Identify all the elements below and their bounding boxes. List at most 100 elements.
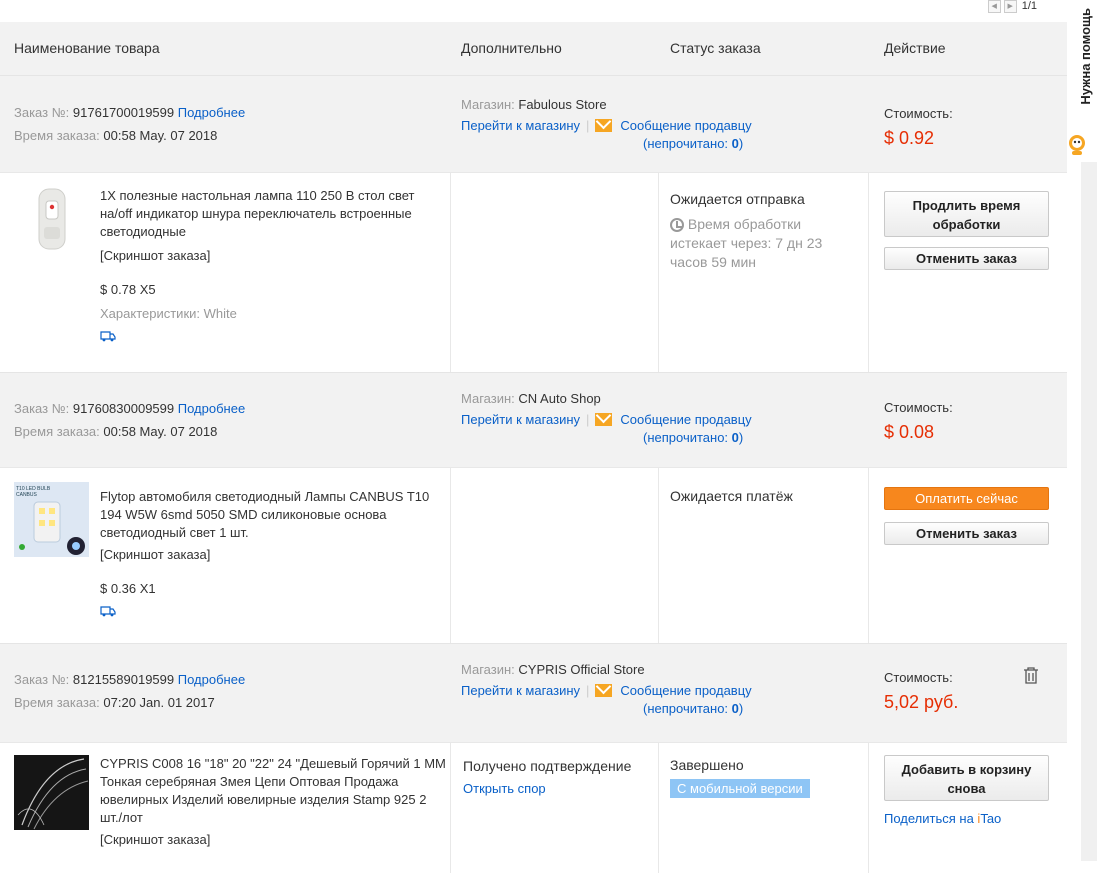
- cost-label: Стоимость:: [884, 670, 953, 685]
- status-text: Завершено: [670, 757, 744, 773]
- go-to-store-link[interactable]: Перейти к магазину: [461, 118, 580, 133]
- mail-icon: [595, 413, 613, 426]
- cost-value: 5,02 руб.: [884, 692, 959, 712]
- status-text: Ожидается платёж: [670, 488, 793, 504]
- order-time: 00:58 May. 07 2018: [103, 128, 218, 143]
- order-header: Заказ №: 91761700019599 Подробнее Время …: [0, 75, 1067, 172]
- order-number-label: Заказ №:: [14, 401, 70, 416]
- message-seller-link[interactable]: Сообщение продавцу: [620, 118, 751, 133]
- unread-count: (непрочитано: 0): [643, 701, 744, 716]
- product-specs: Характеристики: White: [100, 306, 237, 321]
- cancel-order-button[interactable]: Отменить заказ: [884, 522, 1049, 545]
- order-number: 81215589019599: [72, 672, 175, 687]
- order-status: Ожидается отправка Время обработки истек…: [670, 191, 845, 272]
- product-title[interactable]: CYPRIS C008 16 "18" 20 "22" 24 "Дешевый …: [100, 755, 450, 827]
- order-item: 1X полезные настольная лампа 110 250 В с…: [0, 172, 1067, 372]
- order-time-label: Время заказа:: [14, 424, 100, 439]
- message-seller-link[interactable]: Сообщение продавцу: [620, 412, 751, 427]
- order-header: Заказ №: 91760830009599 Подробнее Время …: [0, 372, 1067, 467]
- product-price-qty: $ 0.36 X1: [100, 581, 156, 596]
- processing-timer: Время обработки истекает через: 7 дн 23 …: [670, 216, 823, 270]
- order-time: 00:58 May. 07 2018: [103, 424, 218, 439]
- order-status: Завершено С мобильной версии: [670, 757, 845, 798]
- store-info: Магазин: CYPRIS Official Store Перейти к…: [461, 658, 752, 717]
- product-image[interactable]: [14, 187, 89, 262]
- clock-icon: [670, 218, 684, 232]
- store-label: Магазин:: [461, 97, 515, 112]
- order-time: 07:20 Jan. 01 2017: [103, 695, 215, 710]
- pager-next-button[interactable]: ▶: [1003, 0, 1017, 13]
- svg-text:CANBUS: CANBUS: [16, 492, 38, 498]
- header-status: Статус заказа: [670, 40, 761, 56]
- product-image[interactable]: [14, 755, 89, 830]
- trash-icon[interactable]: [1023, 667, 1039, 685]
- pager-prev-button[interactable]: ◀: [987, 0, 1001, 13]
- message-seller-link[interactable]: Сообщение продавцу: [620, 683, 751, 698]
- order-cost: Стоимость: 5,02 руб.: [884, 668, 958, 713]
- header-product-name: Наименование товара: [14, 40, 160, 56]
- store-info: Магазин: CN Auto Shop Перейти к магазину…: [461, 387, 752, 446]
- order-details-link[interactable]: Подробнее: [178, 105, 245, 120]
- order-cost: Стоимость: $ 0.08: [884, 398, 953, 443]
- order-details-link[interactable]: Подробнее: [178, 672, 245, 687]
- pay-now-button[interactable]: Оплатить сейчас: [884, 487, 1049, 510]
- product-price-qty: $ 0.78 X5: [100, 282, 156, 297]
- orders-table: Наименование товара Дополнительно Статус…: [0, 22, 1067, 873]
- shipping-truck-icon[interactable]: [100, 605, 116, 617]
- order-item: CYPRIS C008 16 "18" 20 "22" 24 "Дешевый …: [0, 742, 1067, 873]
- order-number: 91761700019599: [72, 105, 175, 120]
- order-info: Заказ №: 91760830009599 Подробнее Время …: [14, 397, 245, 443]
- extra-info: Получено подтверждение Открыть спор: [463, 755, 631, 800]
- order-screenshot-link[interactable]: [Скриншот заказа]: [100, 546, 450, 564]
- help-sidebar: Нужна помощь: [1067, 0, 1097, 861]
- go-to-store-link[interactable]: Перейти к магазину: [461, 412, 580, 427]
- order-number-label: Заказ №:: [14, 672, 70, 687]
- product-info: 1X полезные настольная лампа 110 250 В с…: [100, 187, 450, 347]
- separator: |: [586, 683, 590, 698]
- open-dispute-link[interactable]: Открыть спор: [463, 781, 546, 796]
- cancel-order-button[interactable]: Отменить заказ: [884, 247, 1049, 270]
- separator: |: [586, 412, 590, 427]
- shipping-truck-icon[interactable]: [100, 330, 116, 342]
- pager-page-indicator: 1/1: [1021, 0, 1037, 12]
- unread-count: (непрочитано: 0): [643, 430, 744, 445]
- scrollbar-track[interactable]: [1081, 162, 1097, 861]
- add-to-cart-again-button[interactable]: Добавить в корзину снова: [884, 755, 1049, 801]
- mascot-icon[interactable]: [1067, 134, 1087, 156]
- order-screenshot-link[interactable]: [Скриншот заказа]: [100, 831, 450, 849]
- order-time-label: Время заказа:: [14, 128, 100, 143]
- product-title[interactable]: Flytop автомобиля светодиодный Лампы CAN…: [100, 488, 450, 542]
- order-details-link[interactable]: Подробнее: [178, 401, 245, 416]
- help-button[interactable]: Нужна помощь: [1078, 8, 1093, 105]
- product-info: CYPRIS C008 16 "18" 20 "22" 24 "Дешевый …: [100, 755, 450, 849]
- mail-icon: [595, 684, 613, 697]
- header-extra: Дополнительно: [461, 40, 562, 56]
- product-info: Flytop автомобиля светодиодный Лампы CAN…: [100, 488, 450, 622]
- share-itao-link[interactable]: Поделиться на iTao: [884, 811, 1001, 826]
- mail-icon: [595, 119, 613, 132]
- separator: |: [586, 118, 590, 133]
- go-to-store-link[interactable]: Перейти к магазину: [461, 683, 580, 698]
- extend-processing-button[interactable]: Продлить время обработки: [884, 191, 1049, 237]
- order-cost: Стоимость: $ 0.92: [884, 104, 953, 149]
- cost-label: Стоимость:: [884, 106, 953, 121]
- store-info: Магазин: Fabulous Store Перейти к магази…: [461, 93, 752, 152]
- cost-value: $ 0.92: [884, 128, 935, 148]
- product-title[interactable]: 1X полезные настольная лампа 110 250 В с…: [100, 187, 450, 241]
- status-text: Ожидается отправка: [670, 191, 805, 207]
- mobile-version-badge: С мобильной версии: [670, 779, 810, 798]
- store-name: CYPRIS Official Store: [518, 662, 645, 677]
- product-image[interactable]: T10 LED BULB CANBUS: [14, 482, 89, 557]
- cost-value: $ 0.08: [884, 422, 935, 442]
- cost-label: Стоимость:: [884, 400, 953, 415]
- order-status: Ожидается платёж: [670, 488, 845, 504]
- order-number: 91760830009599: [72, 401, 175, 416]
- store-name: Fabulous Store: [518, 97, 607, 112]
- pager: ◀ ▶ 1/1: [987, 0, 1037, 13]
- store-label: Магазин:: [461, 662, 515, 677]
- order-info: Заказ №: 81215589019599 Подробнее Время …: [14, 668, 245, 714]
- order-number-label: Заказ №:: [14, 105, 70, 120]
- store-name: CN Auto Shop: [518, 391, 601, 406]
- order-info: Заказ №: 91761700019599 Подробнее Время …: [14, 101, 245, 147]
- order-screenshot-link[interactable]: [Скриншот заказа]: [100, 247, 450, 265]
